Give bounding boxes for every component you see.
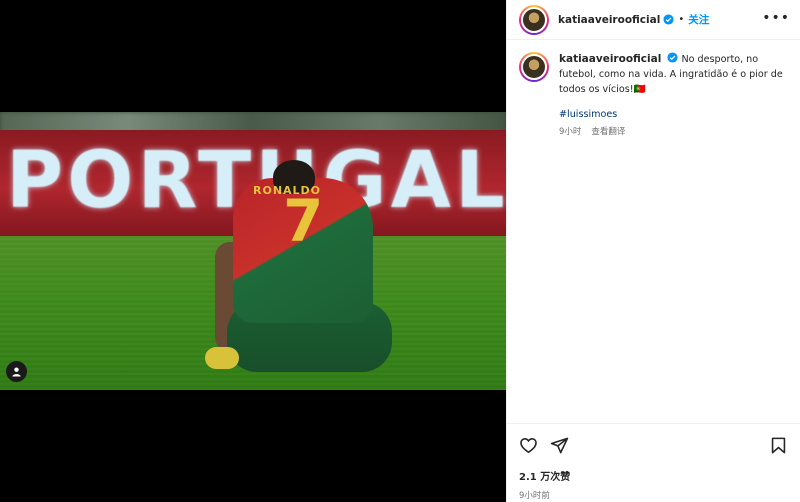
player-boot [205,347,239,369]
bookmark-icon [771,437,786,453]
caption-comment: katiaaveirooficial No desporto, no futeb… [507,40,800,140]
player-figure: RONALDO 7 [205,152,395,387]
user-icon [12,367,21,377]
post-actions: 2.1 万次赞 9小时前 [507,423,800,501]
hashtag-link[interactable]: #luissimoes [559,107,787,122]
shirt-number: 7 [283,187,324,255]
verified-badge-icon [663,14,674,25]
caption-time: 9小时 [559,127,582,137]
post-photo[interactable]: PORTUGAL RONALDO 7 [0,112,506,390]
share-button[interactable] [550,436,569,455]
post-side-panel: katiaaveirooficial • 关注 ••• katiaaveiroo… [506,0,800,502]
header-username[interactable]: katiaaveirooficial [558,14,660,26]
post-timestamp[interactable]: 9小时前 [519,489,788,501]
caption-username[interactable]: katiaaveirooficial [559,53,661,65]
post-header: katiaaveirooficial • 关注 ••• [507,0,800,40]
follow-button[interactable]: 关注 [688,12,709,27]
share-icon [550,437,569,453]
avatar-image [521,6,547,33]
caption-meta: 9小时 查看翻译 [559,125,787,140]
avatar-image [521,54,547,80]
save-button[interactable] [769,436,788,455]
tagged-people-button[interactable] [6,361,27,382]
verified-badge-icon [667,52,678,63]
caption-avatar[interactable] [519,52,549,82]
heart-icon [520,437,537,453]
like-button[interactable] [519,436,538,455]
avatar[interactable] [519,4,549,35]
media-column: PORTUGAL RONALDO 7 [0,0,506,502]
action-row [519,434,788,456]
like-count[interactable]: 2.1 万次赞 [519,468,788,483]
separator-dot: • [678,14,685,25]
caption-body: katiaaveirooficial No desporto, no futeb… [559,52,787,140]
see-translation-link[interactable]: 查看翻译 [591,127,625,137]
more-options-button[interactable]: ••• [762,11,790,25]
instagram-post: PORTUGAL RONALDO 7 katiaaveirooficial [0,0,800,502]
